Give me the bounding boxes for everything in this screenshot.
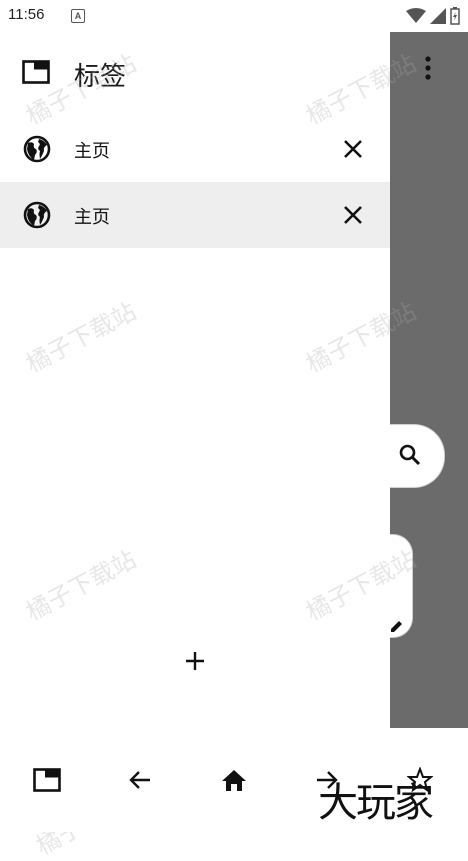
close-tab-button[interactable] [340,136,366,162]
status-time: 11:56 [8,6,45,23]
brand-watermark: 大玩家 [318,780,434,826]
globe-icon [23,201,51,229]
drawer-header: 标签 [0,32,390,116]
plus-icon[interactable] [184,650,206,672]
status-bar: 11:56 A [0,0,468,32]
tabs-icon [22,60,50,84]
back-arrow-icon[interactable] [128,768,152,792]
tabs-icon[interactable] [33,768,61,792]
search-icon[interactable] [398,443,422,467]
signal-icon [430,8,446,24]
more-vert-icon[interactable] [418,54,438,82]
new-tab-button[interactable] [180,646,210,676]
tabs-button[interactable] [31,764,63,796]
globe-icon [23,135,51,163]
drawer-title: 标签 [74,62,127,92]
close-icon[interactable] [343,205,363,225]
close-icon[interactable] [343,139,363,159]
tab-title: 主页 [74,207,110,228]
bookmark-card[interactable] [390,534,413,638]
close-tab-button[interactable] [340,202,366,228]
tab-item[interactable]: 主页 [0,116,390,182]
home-button[interactable] [218,764,250,796]
home-icon[interactable] [221,768,247,792]
status-icons [406,7,460,25]
tabs-drawer: 标签 主页 主页 [0,32,390,728]
battery-icon [450,7,460,25]
wifi-icon [406,8,426,23]
notification-icon: A [71,9,85,23]
tab-item-selected[interactable]: 主页 [0,182,390,248]
back-button[interactable] [124,764,156,796]
edit-icon[interactable] [390,619,404,633]
tab-title: 主页 [74,141,110,162]
